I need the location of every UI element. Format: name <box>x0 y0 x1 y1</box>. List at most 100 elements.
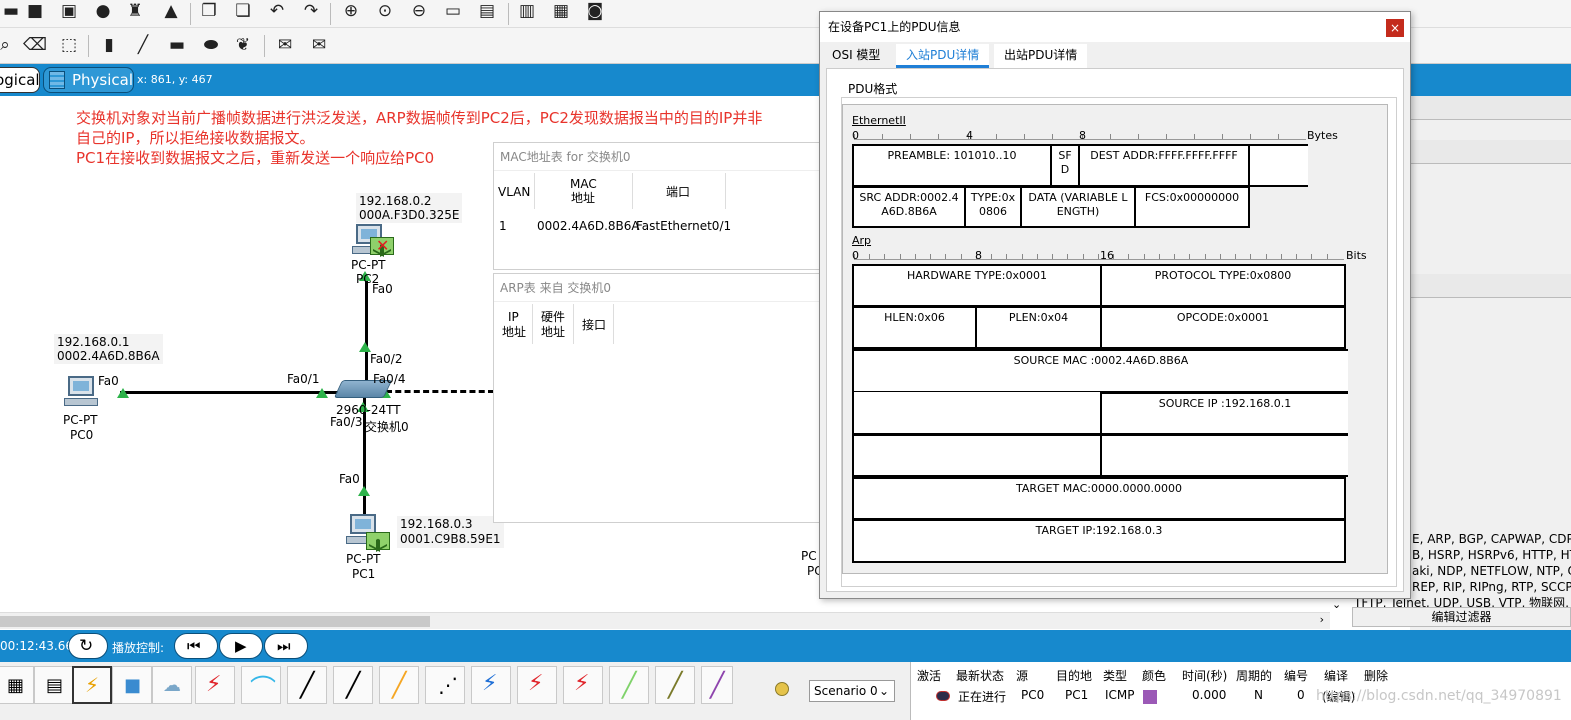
switch-port-fa0-1: Fa0/1 <box>287 372 320 386</box>
tab-logical[interactable]: Logical <box>0 67 40 93</box>
field-hardware-type[interactable]: HARDWARE TYPE:0x0001 <box>852 264 1102 307</box>
viewport-icon[interactable]: ▥ <box>516 0 538 22</box>
panel-row <box>1410 274 1571 298</box>
scroll-right-icon[interactable]: › <box>1320 613 1324 626</box>
scrollbar-thumb[interactable] <box>0 616 430 627</box>
device-category-components[interactable]: ▤ <box>34 666 74 704</box>
device-category-misc[interactable]: ■ <box>112 666 152 704</box>
add-simple-pdu-icon[interactable]: ✉ <box>274 34 296 56</box>
cable-fiber[interactable]: ╱ <box>379 666 419 704</box>
cable-usb[interactable]: ╱ <box>701 666 733 704</box>
cable-serial-dce[interactable]: ⚡ <box>517 666 557 704</box>
zoom-out-icon[interactable]: ⊖ <box>408 0 430 22</box>
device-category-multiuser[interactable]: ☁ <box>152 666 192 704</box>
place-note-icon[interactable]: ▮ <box>98 34 120 56</box>
mac-table-window[interactable]: MAC地址表 for 交换机0 VLAN MAC 地址 端口 1 0002.4A… <box>493 142 823 270</box>
server-icon[interactable]: ▦ <box>550 0 572 22</box>
camera-icon[interactable]: ◙ <box>584 0 606 22</box>
arp-table-window[interactable]: ARP表 来自 交换机0 IP 地址 硬件 地址 接口 <box>493 273 823 523</box>
info-icon[interactable] <box>775 682 789 696</box>
envelope-icon[interactable]: ✕ <box>370 237 394 255</box>
resize-shape-icon[interactable]: ⬚ <box>58 34 80 56</box>
field-source-ip[interactable]: SOURCE IP :192.168.0.1 <box>1100 392 1348 435</box>
draw-rectangle-icon[interactable]: ▬ <box>166 34 188 56</box>
active-event-icon[interactable] <box>936 691 950 701</box>
field-target-ip[interactable]: TARGET IP:192.168.0.3 <box>852 519 1346 563</box>
monitor-icon <box>68 376 94 396</box>
link-switch-pc3[interactable] <box>386 390 494 393</box>
add-complex-pdu-icon[interactable]: ✉ <box>308 34 330 56</box>
close-button[interactable]: × <box>1386 19 1404 37</box>
cable-phone[interactable]: ⋰ <box>425 666 465 704</box>
drawing-palette-icon[interactable]: ▭ <box>442 0 464 22</box>
cable-octal[interactable]: ╱ <box>609 666 649 704</box>
tab-outbound-pdu[interactable]: 出站PDU详情 <box>994 44 1088 68</box>
cable-coaxial[interactable]: ⚡ <box>471 666 511 704</box>
draw-ellipse-icon[interactable]: ⬬ <box>200 34 222 56</box>
link-up-indicator <box>358 486 370 496</box>
field-dest-addr[interactable]: DEST ADDR:FFFF.FFFF.FFFF <box>1078 144 1250 187</box>
field-src-addr[interactable]: SRC ADDR:0002.4 A6D.8B6A <box>852 186 966 228</box>
column-divider <box>613 304 614 344</box>
delete-icon[interactable]: ⌫ <box>23 34 47 56</box>
freeform-icon[interactable]: ❦ <box>232 34 254 56</box>
cable-iot[interactable]: ╱ <box>655 666 695 704</box>
tab-physical[interactable]: Physical <box>43 67 134 93</box>
info-icon[interactable]: ● <box>92 0 114 22</box>
cable-crossover[interactable]: ╱ <box>333 666 373 704</box>
field-target-mac[interactable]: TARGET MAC:0000.0000.0000 <box>852 477 1346 520</box>
tab-osi-model[interactable]: OSI 模型 <box>822 44 890 68</box>
play-button[interactable]: ▶ <box>219 633 263 659</box>
playback-control-label: 播放控制: <box>112 641 165 655</box>
device-category-connections[interactable]: ⚡ <box>72 666 112 704</box>
play-icon: ▶ <box>235 637 247 655</box>
pc2-port: Fa0 <box>372 282 393 296</box>
paste-icon[interactable]: ❏ <box>232 0 254 22</box>
draw-line-icon[interactable]: ╱ <box>132 34 154 56</box>
zoom-reset-icon[interactable]: ⊙ <box>374 0 396 22</box>
save-icon[interactable]: ■ <box>24 0 46 22</box>
arp-title: Arp <box>852 234 872 247</box>
network-wizard-icon[interactable]: ♜ <box>124 0 146 22</box>
cable-console[interactable]: ⌒ <box>241 666 281 705</box>
link-pc0-switch[interactable] <box>120 391 342 394</box>
field-protocol-type[interactable]: PROTOCOL TYPE:0x0800 <box>1100 264 1346 307</box>
new-file-icon[interactable]: ▬ <box>0 0 22 22</box>
pc0-device[interactable] <box>62 376 102 412</box>
scroll-down-icon[interactable]: ⌄ <box>1332 598 1341 611</box>
activity-wizard-icon[interactable]: ▲ <box>160 0 182 22</box>
field-source-mac[interactable]: SOURCE MAC :0002.4A6D.8B6A <box>852 349 1348 393</box>
field-sfd[interactable]: SF D <box>1050 144 1080 187</box>
zoom-in-icon[interactable]: ⊕ <box>340 0 362 22</box>
workspace-hscrollbar[interactable]: › <box>0 612 1330 629</box>
link-pc2-switch[interactable] <box>365 278 368 384</box>
auto-cable-icon: ⚡ <box>206 672 222 697</box>
ruler-unit: Bytes <box>1307 129 1338 142</box>
copy-icon[interactable]: ❐ <box>198 0 220 22</box>
cable-auto[interactable]: ⚡ <box>195 666 235 704</box>
row-vlan: 1 <box>499 219 507 233</box>
cable-straight[interactable]: ╱ <box>287 666 327 704</box>
console-cable-icon: ⌒ <box>250 675 277 705</box>
field-hlen[interactable]: HLEN:0x06 <box>852 306 977 349</box>
edit-filter-button[interactable]: 编辑过滤器 <box>1352 607 1571 627</box>
inspect-icon[interactable]: ⌕ <box>0 34 16 56</box>
field-data[interactable]: DATA (VARIABLE L ENGTH) <box>1020 186 1136 228</box>
field-type[interactable]: TYPE:0x 0806 <box>964 186 1022 228</box>
scenario-select[interactable]: Scenario 0 ⌄ <box>809 680 895 702</box>
tab-inbound-pdu[interactable]: 入站PDU详情 <box>896 44 990 68</box>
field-preamble[interactable]: PREAMBLE: 101010..10 <box>852 144 1052 187</box>
custom-device-icon[interactable]: ▤ <box>476 0 498 22</box>
cable-serial-dte[interactable]: ⚡ <box>563 666 603 704</box>
print-icon[interactable]: ▣ <box>58 0 80 22</box>
reset-simulation-button[interactable]: ↻ <box>68 633 108 659</box>
forward-button[interactable]: ⏭ <box>264 633 308 659</box>
field-fcs[interactable]: FCS:0x00000000 <box>1134 186 1250 228</box>
undo-icon[interactable]: ↶ <box>266 0 288 22</box>
device-category-end-devices[interactable]: ▦ <box>0 666 34 704</box>
redo-icon[interactable]: ↷ <box>300 0 322 22</box>
envelope-icon[interactable] <box>366 532 390 550</box>
back-button[interactable]: ⏮ <box>174 633 218 659</box>
field-opcode[interactable]: OPCODE:0x0001 <box>1100 306 1346 349</box>
field-plen[interactable]: PLEN:0x04 <box>975 306 1102 349</box>
